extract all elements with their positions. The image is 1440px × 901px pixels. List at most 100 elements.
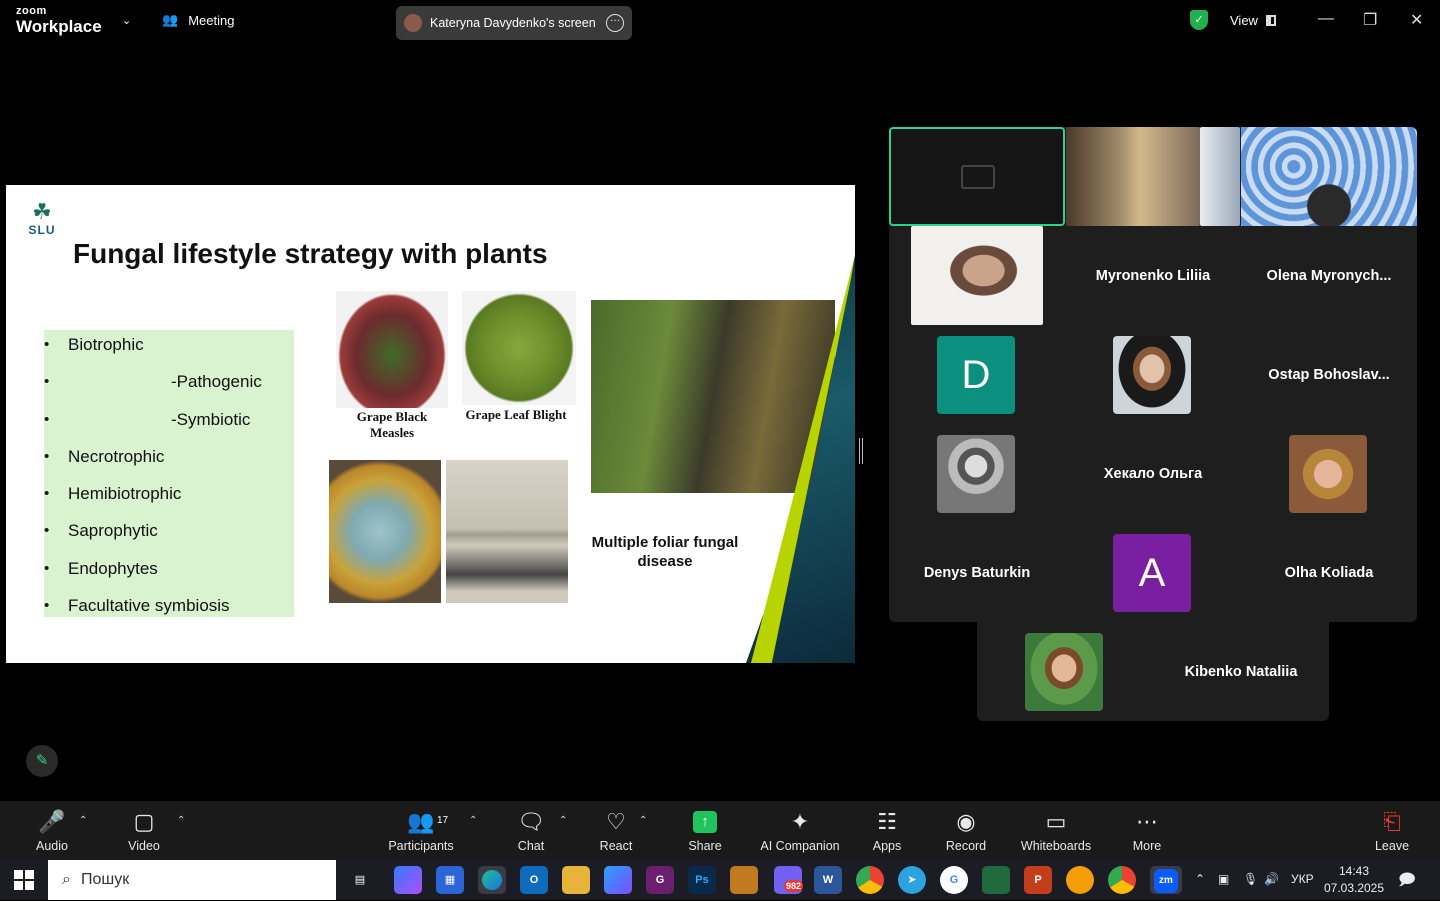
copilot-app-icon[interactable] (394, 866, 422, 894)
apps-icon: ☷ (877, 809, 897, 834)
participant-tile[interactable]: Ostap Bohoslav... (1241, 325, 1417, 424)
participant-tile[interactable] (977, 622, 1153, 721)
zoom-app-icon[interactable]: zm (1150, 866, 1182, 894)
store-app-icon[interactable]: ▦ (436, 866, 464, 894)
ai-companion-button[interactable]: ✦ AI Companion (760, 801, 840, 860)
maximize-icon[interactable]: ❐ (1363, 10, 1377, 30)
participant-tile-video[interactable] (1241, 127, 1417, 226)
participant-avatar: A (1113, 534, 1191, 612)
more-options-icon[interactable]: ··· (606, 14, 624, 32)
powerpoint-app-icon[interactable]: P (1024, 866, 1052, 894)
search-placeholder: Пошук (80, 871, 130, 888)
task-view-icon[interactable]: ▤ (346, 866, 374, 894)
viber-app-icon[interactable]: 982 (774, 866, 804, 894)
pdf-app-icon[interactable]: G (646, 866, 674, 894)
participant-tile[interactable]: Denys Baturkin (889, 523, 1065, 622)
participant-gallery-row: Kibenko Nataliia (977, 622, 1329, 721)
shared-screen-slide: ☘ SLU Fungal lifestyle strategy with pla… (6, 185, 855, 663)
apps-button[interactable]: ☷ Apps (866, 801, 908, 860)
participant-tile[interactable]: Kibenko Nataliia (1153, 622, 1329, 721)
google-app-icon[interactable]: G (940, 866, 968, 894)
video-options-caret-icon[interactable]: ⌃ (177, 815, 185, 826)
edge-app-icon[interactable] (478, 866, 506, 894)
audio-options-caret-icon[interactable]: ⌃ (79, 815, 87, 826)
participant-name: Denys Baturkin (923, 564, 1031, 581)
participants-group-icon: 👥 (162, 12, 179, 27)
zoom-logo[interactable]: zoom Workplace (16, 6, 102, 36)
split-resize-handle[interactable] (859, 438, 863, 464)
taskbar-search-box[interactable]: ⌕ Пошук (48, 860, 336, 900)
caption-grape-leaf-blight: Grape Leaf Blight (465, 407, 567, 422)
microphone-icon[interactable]: 🎙 (1243, 872, 1258, 886)
video-button[interactable]: ▢ Video (122, 801, 166, 860)
record-button[interactable]: ◉ Record (944, 801, 988, 860)
participant-tile[interactable] (1241, 424, 1417, 523)
meet-now-icon[interactable]: ▣ (1218, 872, 1229, 886)
participant-tile-self[interactable] (889, 127, 1065, 226)
slu-logo: ☘ SLU (22, 201, 62, 238)
meeting-button[interactable]: 👥 Meeting (162, 12, 234, 28)
react-button[interactable]: ♡ React (596, 801, 636, 860)
participant-tile[interactable]: Myronenko Liliia (1065, 226, 1241, 325)
screen-share-indicator[interactable]: Kateryna Davydenko's screen ··· (396, 6, 632, 40)
close-icon[interactable]: ✕ (1410, 10, 1423, 30)
video-label: Video (128, 839, 160, 853)
meeting-label: Meeting (188, 12, 235, 28)
word-app-icon[interactable]: W (814, 866, 842, 894)
taskbar-clock[interactable]: 14:43 07.03.2025 (1322, 863, 1386, 897)
chrome-profile-app-icon[interactable] (1108, 866, 1136, 894)
participant-tile[interactable]: A (1065, 523, 1241, 622)
whiteboard-icon: ▭ (1045, 809, 1067, 834)
participant-tile[interactable]: Olena Myronych... (1241, 226, 1417, 325)
photoshop-app-icon[interactable]: Ps (688, 866, 716, 894)
participants-caret-icon[interactable]: ⌃ (469, 815, 477, 826)
bullet-item: Hemibiotrophic (44, 482, 294, 519)
encryption-shield-icon[interactable]: ✓ (1190, 10, 1208, 30)
participant-tile-video[interactable] (1065, 127, 1241, 226)
windows-start-icon[interactable] (14, 870, 34, 890)
clock-date: 07.03.2025 (1323, 881, 1385, 895)
participant-tile[interactable]: Хекало Ольга (1065, 424, 1241, 523)
participant-video (911, 226, 1043, 325)
tray-overflow-chevron-icon[interactable]: ⌃ (1195, 872, 1205, 886)
more-button[interactable]: ⋯ More (1128, 801, 1166, 860)
participant-tile[interactable] (889, 424, 1065, 523)
share-label: Share (688, 839, 722, 853)
annotate-pencil-icon[interactable]: ✎ (26, 745, 58, 777)
windows-taskbar: ⌕ Пошук ▤ ▦ O G Ps 982 W ➤ G P zm ⌃ ▣ 🎙 … (0, 860, 1440, 900)
leave-button[interactable]: ⎗ Leave (1372, 801, 1412, 860)
notification-icon[interactable]: 🗩 (1398, 869, 1416, 896)
participant-tile[interactable]: D (889, 325, 1065, 424)
react-caret-icon[interactable]: ⌃ (639, 815, 647, 826)
outlook-app-icon[interactable]: O (520, 866, 548, 894)
app-icon[interactable] (982, 866, 1010, 894)
bullet-item: Facultative symbiosis (44, 594, 294, 631)
heart-react-icon: ♡ (606, 809, 626, 834)
participant-tile-video[interactable] (889, 226, 1065, 325)
participants-button[interactable]: 👥 Participants (388, 801, 454, 860)
chat-button[interactable]: 🗨 Chat (512, 801, 550, 860)
ai-companion-label: AI Companion (760, 839, 840, 853)
bullet-item: -Pathogenic (44, 370, 294, 407)
file-explorer-icon[interactable] (562, 866, 590, 894)
bullet-item: Endophytes (44, 557, 294, 594)
media-app-icon[interactable] (730, 866, 758, 894)
participant-avatar-photo (1025, 633, 1103, 711)
view-button[interactable]: View (1230, 13, 1276, 28)
participant-tile[interactable] (1065, 325, 1241, 424)
volume-icon[interactable]: 🔊 (1264, 872, 1279, 886)
app-icon[interactable] (1066, 866, 1094, 894)
share-button[interactable]: ↑ Share (686, 801, 724, 860)
participants-count: 17 (437, 815, 449, 826)
audio-button[interactable]: 🎤 Audio (30, 801, 74, 860)
chrome-app-icon[interactable] (856, 866, 884, 894)
participant-name: Ostap Bohoslav... (1268, 366, 1390, 383)
language-indicator[interactable]: УКР (1291, 872, 1314, 886)
participant-tile[interactable]: Olha Koliada (1241, 523, 1417, 622)
telegram-app-icon[interactable]: ➤ (898, 866, 926, 894)
chevron-down-icon[interactable]: ⌄ (122, 14, 131, 27)
chat-caret-icon[interactable]: ⌃ (559, 815, 567, 826)
minimize-icon[interactable]: — (1318, 10, 1334, 28)
m365-app-icon[interactable] (604, 866, 632, 894)
whiteboards-button[interactable]: ▭ Whiteboards (1018, 801, 1094, 860)
